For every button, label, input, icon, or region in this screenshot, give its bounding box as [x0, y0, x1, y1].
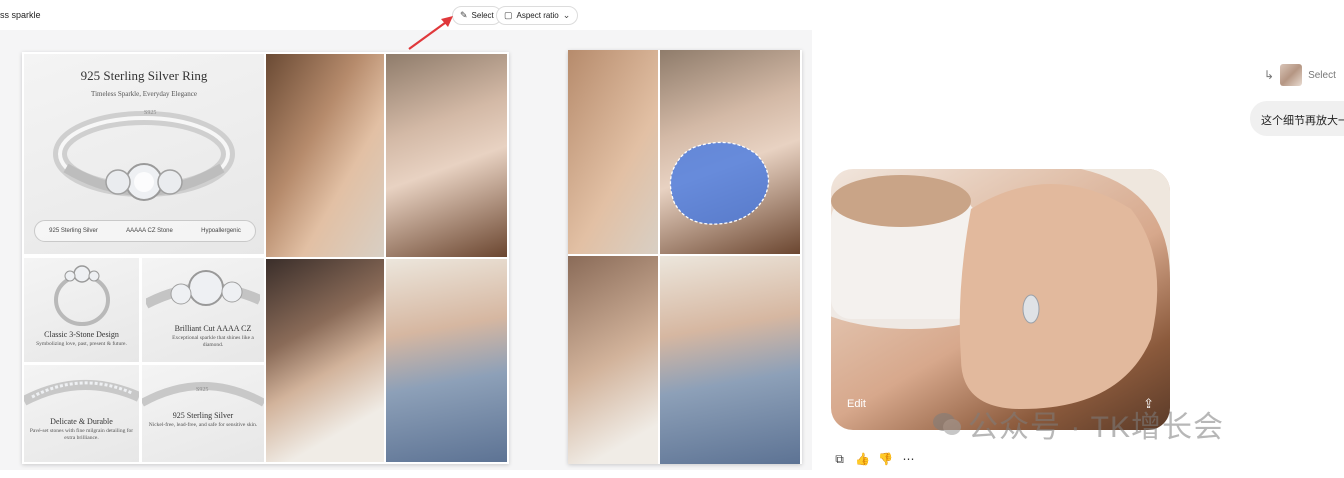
side-ring-image — [54, 265, 110, 326]
reply-arrow-icon: ↳ — [1264, 68, 1275, 82]
model-face-photo — [568, 50, 658, 254]
watermark: 公众号 · TK增长会 — [932, 402, 1224, 446]
panel-brilliant-cut: Brilliant Cut AAAA CZ Exceptional sparkl… — [142, 258, 264, 362]
closeup-ring-image — [146, 270, 260, 309]
inner-stamp: S925 — [196, 387, 209, 393]
model-flowers-photo — [568, 256, 658, 464]
model-face-photo — [266, 54, 384, 257]
feature-cz: AAAAA CZ Stone — [126, 228, 173, 234]
caption-brilliant-cut: Brilliant Cut AAAA CZ Exceptional sparkl… — [162, 324, 264, 349]
caption-title: Classic 3-Stone Design — [44, 330, 119, 339]
annotation-arrow — [408, 16, 453, 50]
editor-toolbar: ss sparkle ✎ Select ▢ Aspect ratio ⌄ — [0, 0, 579, 30]
selection-mask[interactable] — [668, 140, 776, 226]
caption-desc: Exceptional sparkle that shines like a d… — [172, 335, 254, 348]
edited-collage[interactable] — [568, 50, 802, 464]
aspect-ratio-dropdown[interactable]: ▢ Aspect ratio ⌄ — [496, 6, 579, 25]
caption-delicate: Delicate & Durable Pavé-set stones with … — [24, 417, 139, 442]
caption-desc: Symbolizing love, past, present & future… — [36, 341, 127, 347]
wechat-logo — [933, 413, 961, 435]
aspect-ratio-label: Aspect ratio — [516, 11, 559, 20]
aspect-ratio-icon: ▢ — [504, 10, 513, 20]
product-collage[interactable]: 925 Sterling Silver Ring Timeless Sparkl… — [22, 52, 509, 464]
message-actions: ⧉ 👍 👎 ⋯ — [832, 452, 916, 467]
more-icon[interactable]: ⋯ — [901, 452, 916, 467]
collage-subtitle: Timeless Sparkle, Everyday Elegance — [91, 90, 197, 98]
coffee-cup-illustration — [831, 169, 1170, 409]
denim-hand-photo — [660, 256, 800, 464]
feature-silver: 925 Sterling Silver — [49, 228, 98, 234]
panel-delicate: Delicate & Durable Pavé-set stones with … — [24, 365, 139, 462]
thumbs-up-icon[interactable]: 👍 — [855, 452, 870, 467]
ring-image — [53, 111, 235, 201]
model-flowers-photo — [266, 259, 384, 462]
file-title: ss sparkle — [0, 10, 41, 20]
reply-context: ↳ Select — [1264, 64, 1336, 86]
ring-stamp: S925 — [144, 110, 157, 116]
feature-hypoallergenic: Hypoallergenic — [201, 228, 241, 234]
reply-label: Select — [1308, 69, 1336, 81]
coffee-hand-photo — [386, 54, 507, 257]
thumbs-down-icon[interactable]: 👎 — [878, 452, 893, 467]
caption-three-stone: Classic 3-Stone Design Symbolizing love,… — [24, 330, 139, 348]
denim-hand-photo — [386, 259, 507, 462]
screen: ss sparkle ✎ Select ▢ Aspect ratio ⌄ 925… — [0, 0, 1344, 478]
caption-sterling: 925 Sterling Silver Nickel-free, lead-fr… — [142, 411, 264, 429]
panel-three-stone: Classic 3-Stone Design Symbolizing love,… — [24, 258, 139, 362]
main-product-panel: 925 Sterling Silver Ring Timeless Sparkl… — [24, 54, 264, 254]
brush-select-icon: ✎ — [460, 10, 468, 20]
selection-thumbnail — [1280, 64, 1303, 86]
select-label: Select — [471, 11, 494, 20]
collage-title: 925 Sterling Silver Ring — [80, 68, 208, 83]
caption-desc: Pavé-set stones with fine milgrain detai… — [29, 428, 134, 441]
watermark-text: 公众号 · TK增长会 — [968, 411, 1224, 444]
caption-title: 925 Sterling Silver — [172, 411, 234, 420]
caption-title: Brilliant Cut AAAA CZ — [174, 324, 252, 333]
caption-title: Delicate & Durable — [50, 417, 113, 426]
pave-band-image — [24, 380, 139, 406]
generated-image[interactable]: Edit ⇪ — [831, 169, 1170, 430]
features-bar: 925 Sterling Silver AAAAA CZ Stone Hypoa… — [34, 220, 256, 242]
user-message-bubble: 这个细节再放大一 — [1250, 101, 1344, 136]
select-button[interactable]: ✎ Select — [452, 6, 502, 25]
chevron-down-icon: ⌄ — [562, 10, 571, 20]
copy-icon[interactable]: ⧉ — [832, 452, 847, 467]
panel-sterling: S925 925 Sterling Silver Nickel-free, le… — [142, 365, 264, 462]
edit-button[interactable]: Edit — [847, 398, 866, 410]
caption-desc: Nickel-free, lead-free, and safe for sen… — [148, 422, 258, 428]
